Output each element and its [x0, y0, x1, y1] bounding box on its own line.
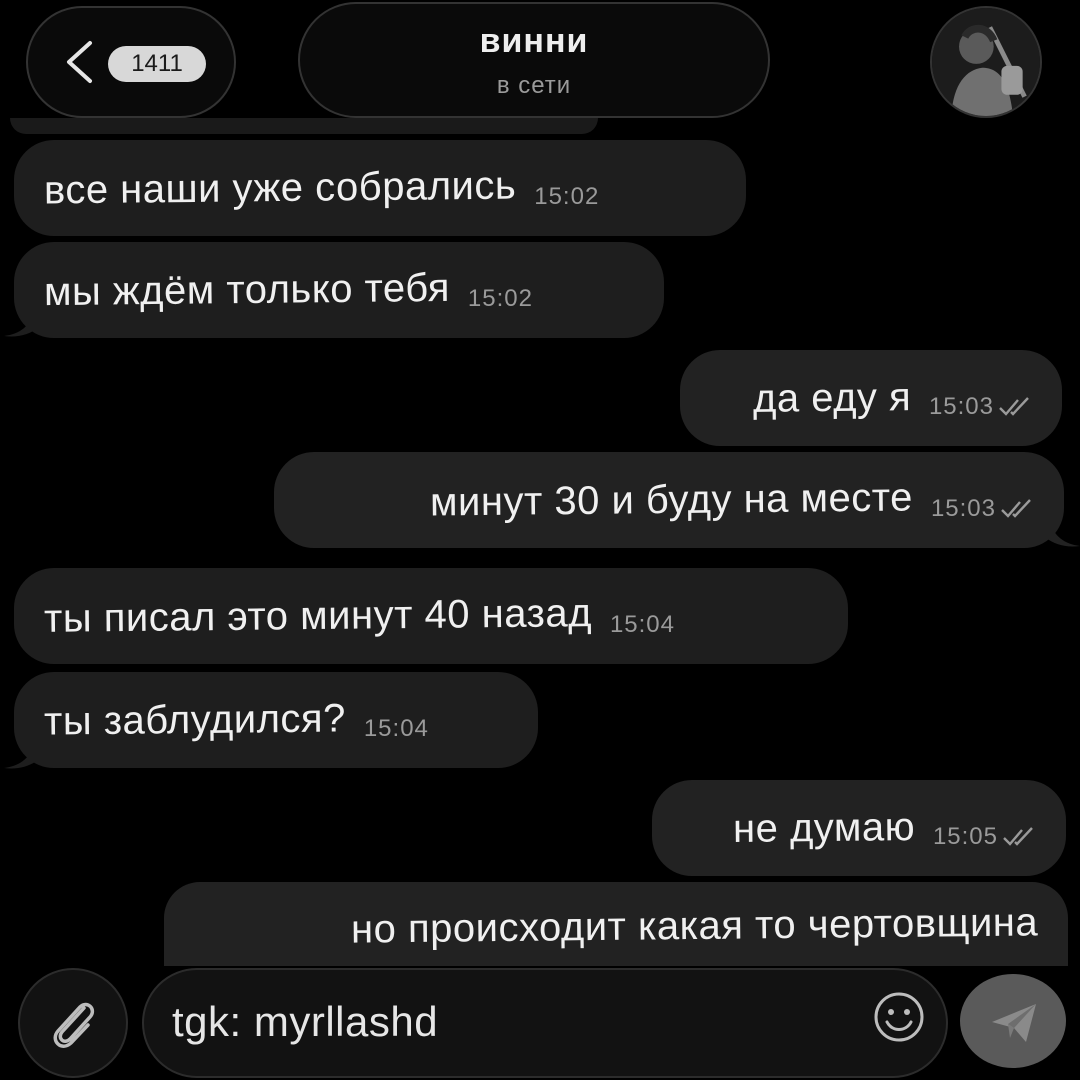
message-bubble-incoming[interactable]: ты заблудился? 15:04: [14, 672, 538, 768]
message-bubble-outgoing[interactable]: но происходит какая то чертовщина: [164, 882, 1068, 966]
message-bubble-outgoing[interactable]: да еду я 15:03: [680, 350, 1062, 446]
message-text: все наши уже собрались: [43, 163, 517, 212]
paper-plane-icon: [992, 1004, 1036, 1042]
chevron-left-icon[interactable]: [64, 40, 94, 84]
bubble-tail: [4, 312, 38, 337]
bubble-tail: [1046, 522, 1080, 547]
message-text: ты писал это минут 40 назад: [43, 590, 593, 641]
message-time: 15:04: [609, 611, 675, 638]
double-check-icon: [1001, 499, 1031, 518]
smiley-icon[interactable]: [872, 990, 926, 1044]
message-time: 15:02: [534, 183, 600, 210]
send-button[interactable]: [960, 974, 1066, 1068]
message-text: да еду я: [752, 374, 912, 421]
message-bubble-outgoing[interactable]: не думаю 15:05: [652, 780, 1066, 876]
message-time: 15:03: [930, 495, 996, 522]
chat-screen: 1411 винни в сети все наши уже собрались…: [0, 0, 1080, 1080]
message-bubble-incoming[interactable]: ты писал это минут 40 назад 15:04: [14, 568, 848, 664]
paperclip-icon: [53, 1002, 95, 1048]
message-text: минут 30 и буду на месте: [429, 474, 914, 525]
message-input-value[interactable]: tgk: myrllashd: [172, 998, 438, 1046]
double-check-icon: [1003, 827, 1033, 846]
double-check-icon: [999, 397, 1029, 416]
unread-count-badge[interactable]: 1411: [108, 46, 206, 82]
avatar[interactable]: [930, 6, 1042, 118]
message-time: 15:03: [928, 393, 994, 420]
bubble-tail: [4, 744, 38, 769]
message-bubble-incoming[interactable]: все наши уже собрались 15:02: [14, 140, 746, 236]
contact-name: винни: [479, 22, 589, 60]
message-time: 15:05: [932, 823, 998, 850]
message-text: не думаю: [732, 804, 916, 851]
message-time: 15:02: [467, 285, 533, 312]
message-bubble-incoming[interactable]: мы ждём только тебя 15:02: [14, 242, 664, 338]
avatar-photo: [932, 8, 1040, 116]
message-text: ты заблудился?: [43, 695, 347, 744]
message-text: мы ждём только тебя: [43, 265, 451, 314]
attach-button[interactable]: [18, 968, 128, 1078]
message-bubble-outgoing[interactable]: минут 30 и буду на месте 15:03: [274, 452, 1064, 548]
message-time: 15:04: [363, 715, 429, 742]
message-text: но происходит какая то чертовщина: [350, 900, 1039, 952]
partial-message-edge: [10, 118, 598, 134]
contact-status: в сети: [496, 72, 572, 99]
